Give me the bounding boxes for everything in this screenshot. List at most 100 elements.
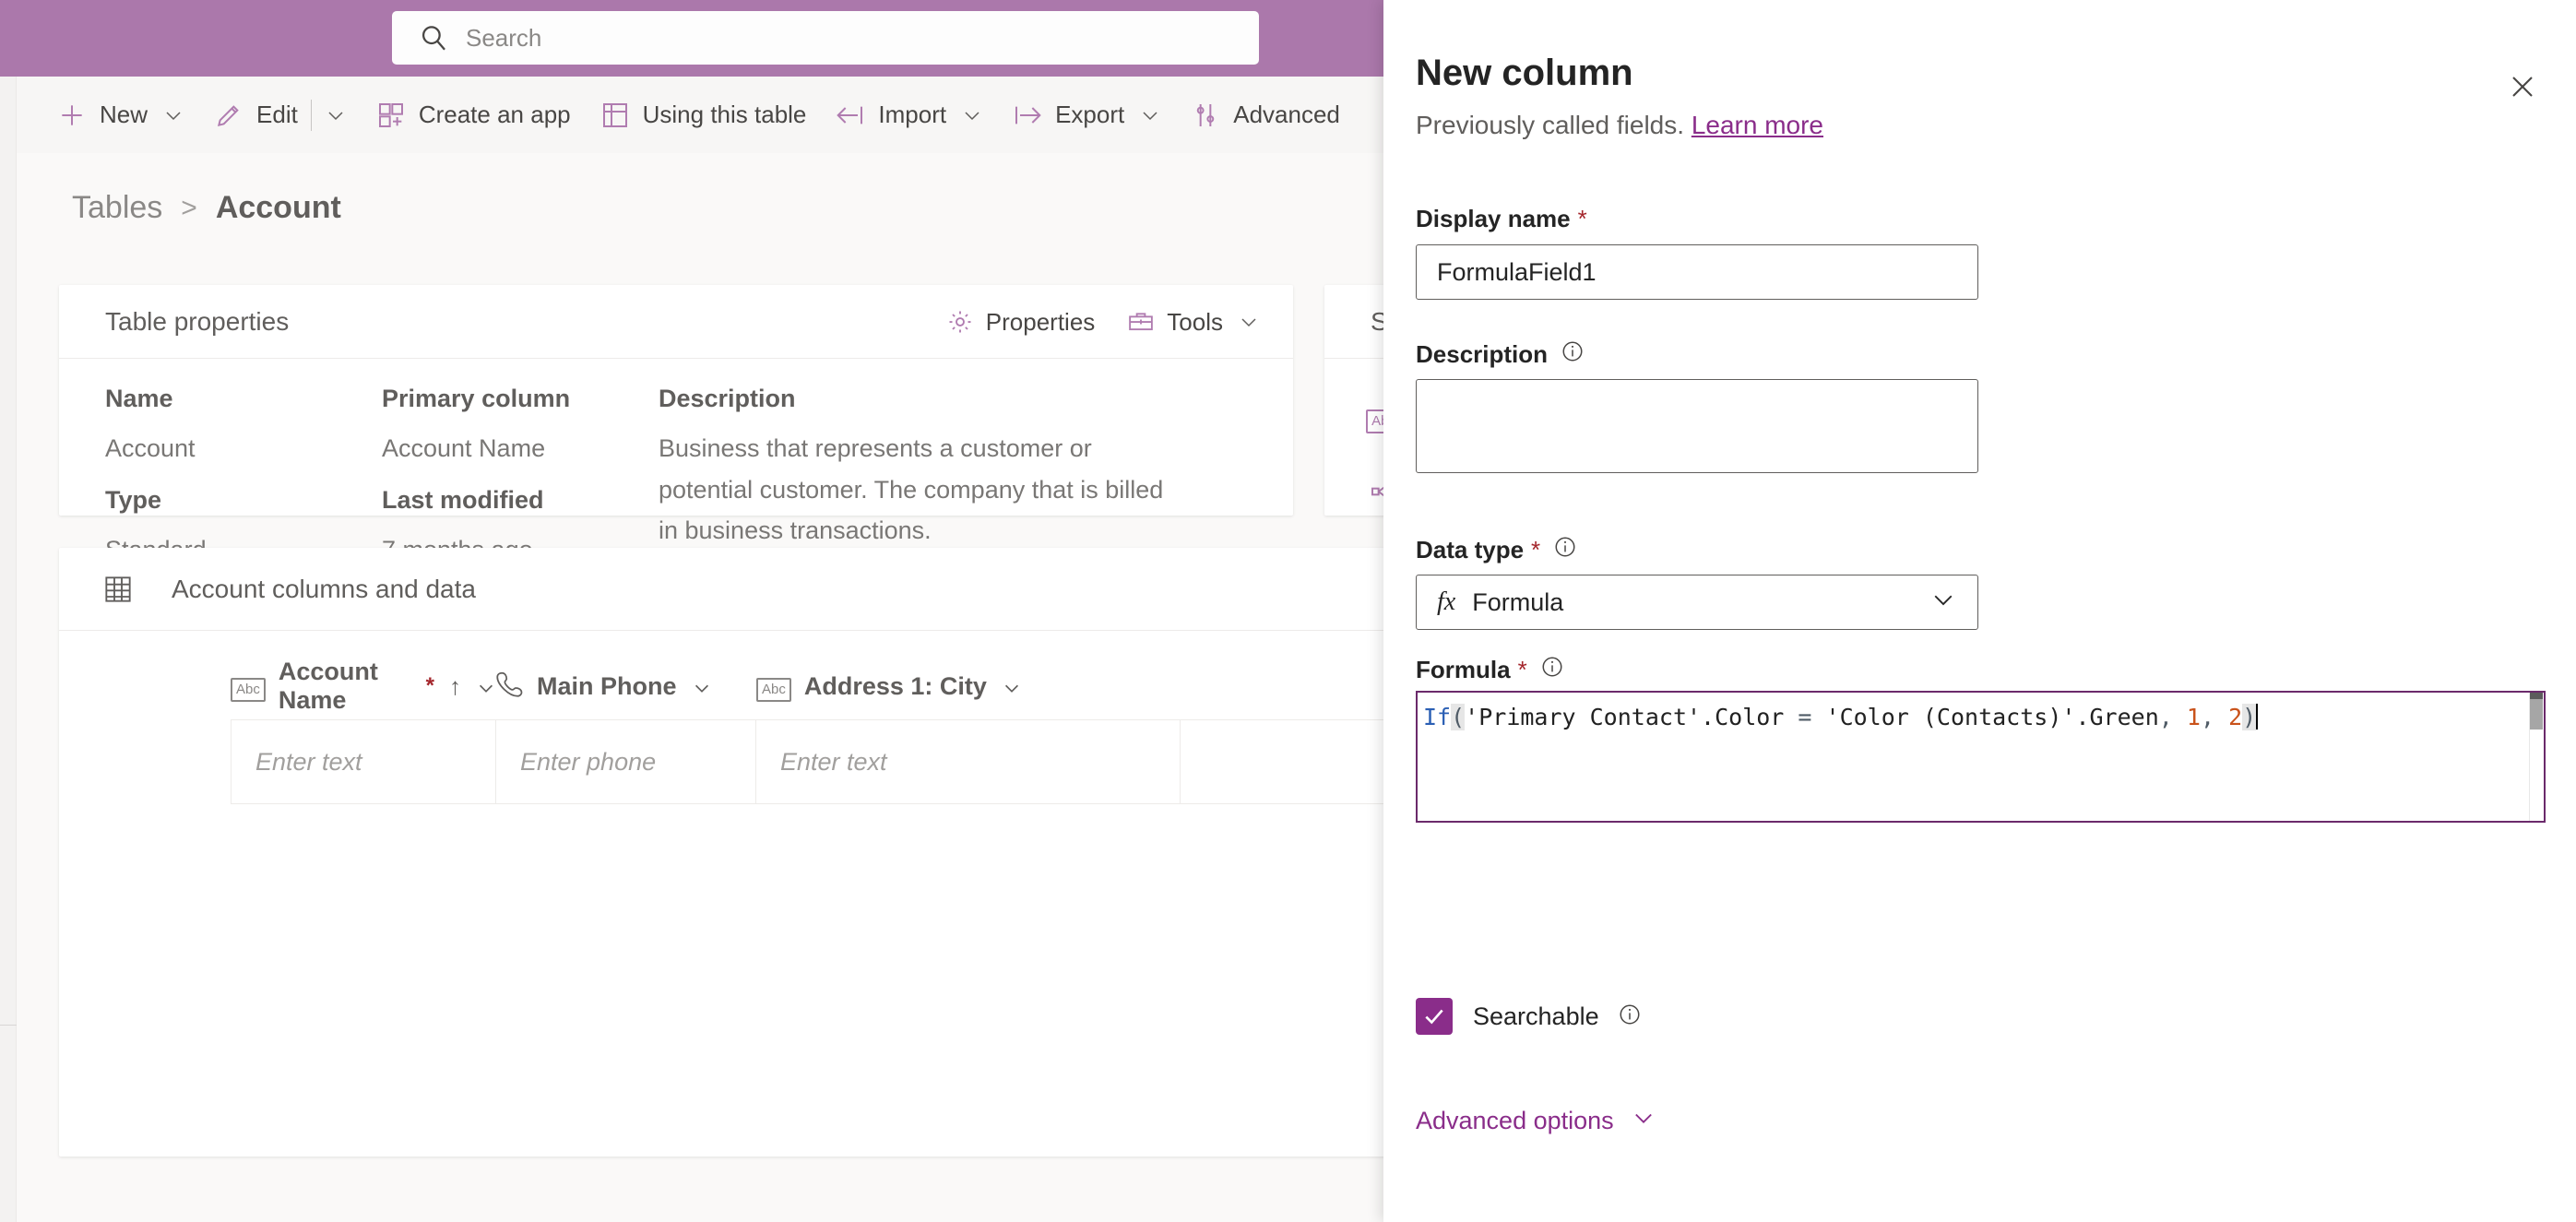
app-grid-plus-icon — [376, 101, 406, 130]
searchable-label: Searchable — [1473, 1002, 1599, 1030]
formula-token-ident: .Color — [1701, 704, 1785, 730]
formula-editor[interactable]: If('Primary Contact'.Color = 'Color (Con… — [1416, 691, 2546, 823]
tp-label-type: Type — [105, 485, 162, 514]
command-create-an-app-button[interactable]: Create an app — [362, 77, 586, 153]
sort-ascending-icon[interactable]: ↑ — [449, 672, 461, 701]
search-input[interactable]: Search — [392, 11, 1259, 65]
display-name-label: Display name — [1416, 205, 1571, 232]
advanced-options-label: Advanced options — [1416, 1107, 1614, 1134]
abc-icon: Abc — [756, 671, 791, 702]
info-icon[interactable] — [1540, 655, 1564, 685]
command-edit-button[interactable]: Edit — [199, 77, 362, 153]
formula-token-fn: If — [1423, 704, 1452, 730]
tp-value-name: Account — [105, 434, 196, 462]
formula-token-str: 'Primary Contact' — [1465, 704, 1702, 730]
chevron-down-icon[interactable] — [1631, 1105, 1656, 1137]
cell-account-name[interactable]: Enter text — [231, 720, 496, 803]
chevron-down-icon[interactable] — [162, 104, 184, 126]
formula-text: If('Primary Contact'.Color = 'Color (Con… — [1423, 702, 2259, 733]
command-using-this-table-label: Using this table — [642, 101, 807, 128]
info-icon[interactable] — [1618, 1003, 1642, 1031]
command-new-button[interactable]: New — [42, 77, 199, 153]
formula-token-op: = — [1784, 704, 1826, 730]
breadcrumb-tables-link[interactable]: Tables — [72, 190, 162, 226]
table-grid-icon — [600, 101, 630, 130]
formula-token-op — [2214, 704, 2228, 730]
formula-token-paren: ) — [2242, 704, 2257, 730]
data-type-select[interactable]: fx Formula — [1416, 575, 1978, 630]
chevron-down-icon[interactable] — [325, 104, 347, 126]
advanced-options-toggle[interactable]: Advanced options — [1416, 1105, 1656, 1137]
left-rail-divider — [0, 1025, 17, 1026]
column-header-account-name[interactable]: Abc Account Name * ↑ — [231, 658, 496, 715]
searchable-row: Searchable — [1416, 998, 1642, 1035]
plus-icon — [57, 101, 87, 130]
tools-label: Tools — [1167, 307, 1223, 336]
tp-value-primary-column: Account Name — [382, 434, 546, 462]
display-name-value: FormulaField1 — [1437, 257, 1597, 286]
chevron-down-icon[interactable] — [476, 676, 496, 696]
formula-token-op — [2173, 704, 2187, 730]
properties-button[interactable]: Properties — [945, 307, 1095, 337]
display-name-input[interactable]: FormulaField1 — [1416, 244, 1978, 300]
column-header-address1-city[interactable]: Abc Address 1: City — [756, 671, 1125, 702]
tp-label-name: Name — [105, 385, 173, 412]
formula-token-ident: .Green — [2075, 704, 2159, 730]
tools-button[interactable]: Tools — [1126, 307, 1260, 337]
arrow-import-icon — [836, 101, 865, 130]
formula-editor-scrollbar[interactable] — [2529, 693, 2544, 821]
formula-editor-scrollbar-cap — [2530, 693, 2543, 699]
table-properties-header: Table properties Properties Tools — [59, 285, 1293, 359]
chevron-down-icon[interactable] — [692, 676, 712, 696]
command-edit-label: Edit — [256, 101, 298, 128]
command-using-this-table-button[interactable]: Using this table — [586, 77, 822, 153]
info-icon[interactable] — [1553, 535, 1577, 565]
command-edit-split-divider — [310, 99, 312, 131]
display-name-label-row: Display name * — [1416, 205, 1587, 233]
command-import-button[interactable]: Import — [821, 77, 998, 153]
table-properties-actions: Properties Tools — [914, 285, 1260, 359]
required-asterisk: * — [1517, 656, 1527, 683]
learn-more-link[interactable]: Learn more — [1692, 111, 1823, 139]
chevron-down-icon[interactable] — [1238, 311, 1260, 333]
column-header-main-phone[interactable]: Main Phone — [496, 670, 756, 704]
abc-icon: Abc — [231, 671, 266, 702]
column-header-account-name-label: Account Name — [278, 658, 378, 714]
tp-label-description: Description — [659, 385, 796, 412]
chevron-down-icon[interactable] — [1139, 104, 1161, 126]
cell-address1-city[interactable]: Enter text — [756, 720, 1181, 803]
cell-address1-city-placeholder: Enter text — [780, 747, 887, 776]
panel-subtitle-text: Previously called fields. — [1416, 111, 1685, 139]
search-placeholder: Search — [466, 23, 542, 52]
chevron-down-icon[interactable] — [1929, 586, 1957, 620]
phone-icon — [496, 670, 524, 704]
description-textarea[interactable] — [1416, 379, 1978, 473]
formula-token-num: 1 — [2186, 704, 2201, 730]
cell-main-phone[interactable]: Enter phone — [496, 720, 756, 803]
gear-icon — [945, 307, 975, 337]
pencil-icon — [214, 101, 243, 130]
command-export-button[interactable]: Export — [998, 77, 1176, 153]
command-export-label: Export — [1055, 101, 1125, 128]
breadcrumb-current: Account — [215, 190, 341, 225]
close-icon[interactable] — [2500, 65, 2545, 109]
chevron-down-icon[interactable] — [961, 104, 983, 126]
tp-label-last-modified: Last modified — [382, 485, 544, 514]
table-icon — [103, 575, 133, 604]
command-import-label: Import — [878, 101, 947, 128]
cell-main-phone-placeholder: Enter phone — [520, 747, 657, 776]
column-header-main-phone-label: Main Phone — [537, 671, 677, 700]
formula-token-num: 2 — [2228, 704, 2243, 730]
searchable-checkbox[interactable] — [1416, 998, 1453, 1035]
command-advanced-button[interactable]: Advanced — [1176, 77, 1355, 153]
tp-value-description: Business that represents a customer or p… — [659, 434, 1164, 545]
table-properties-title: Table properties — [105, 306, 290, 336]
arrow-export-icon — [1013, 101, 1042, 130]
data-type-label: Data type — [1416, 536, 1525, 564]
chevron-down-icon[interactable] — [1002, 676, 1022, 696]
info-icon[interactable] — [1561, 339, 1585, 370]
description-label-row: Description — [1416, 339, 1585, 370]
left-rail — [0, 77, 17, 1222]
required-asterisk: * — [1577, 205, 1587, 232]
new-column-panel: New column Previously called fields. Lea… — [1383, 0, 2576, 1222]
